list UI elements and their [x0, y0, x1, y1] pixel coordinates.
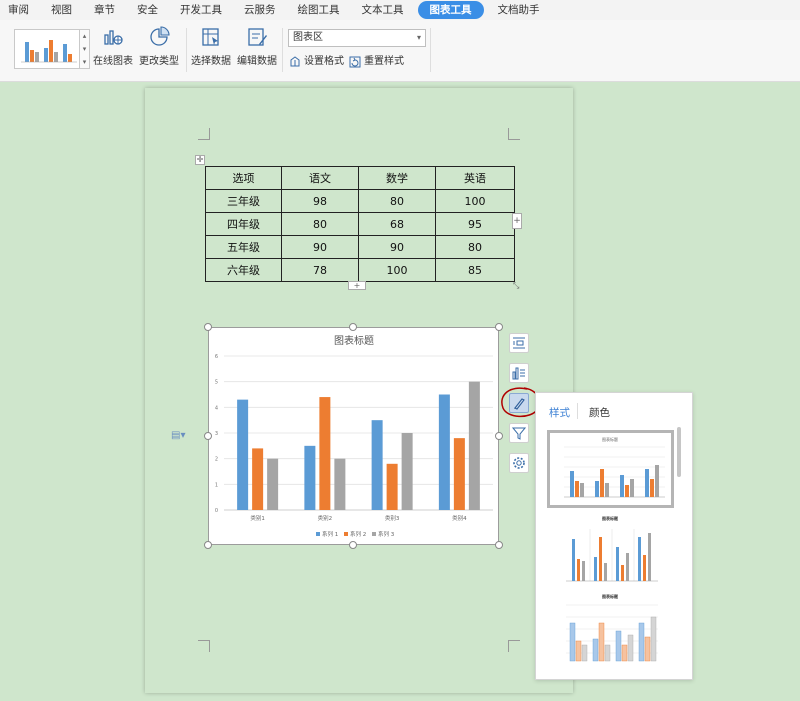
style-thumbnail-2[interactable]: 图表标题: [560, 515, 660, 583]
style-thumbnail-1[interactable]: 图表标题: [547, 430, 674, 508]
style-thumbnail-3[interactable]: 图表标题: [560, 593, 660, 663]
tab-color[interactable]: 颜色: [589, 405, 610, 420]
tab-divider: [577, 403, 578, 419]
thumb-title: 图表标题: [602, 593, 619, 599]
chart-style-panel: 样式 颜色 图表标题 图表标题 图表标题: [535, 392, 693, 680]
panel-scrollbar[interactable]: [677, 427, 681, 477]
thumb-title: 图表标题: [602, 515, 619, 521]
tab-style[interactable]: 样式: [549, 405, 570, 420]
thumb-title: 图表标题: [602, 436, 618, 442]
